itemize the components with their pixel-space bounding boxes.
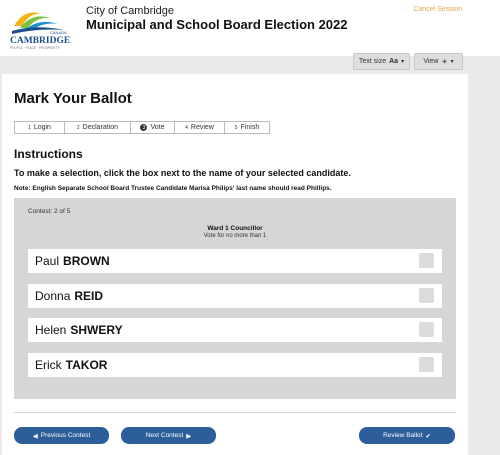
progress-steps: 1 Login 2 Declaration 3 Vote 4 Review 5 … (14, 121, 270, 134)
candidate-checkbox[interactable] (419, 357, 434, 372)
text-size-button[interactable]: Text size Aa ▾ (353, 53, 410, 70)
divider (14, 412, 456, 413)
next-contest-button[interactable]: Next Contest ▶ (121, 427, 216, 444)
candidate-row[interactable]: Erick TAKOR (28, 353, 442, 377)
step-number: 2 (76, 124, 80, 131)
step-number: 1 (28, 124, 31, 131)
step-label: Review (190, 124, 214, 131)
step-label: Vote (150, 124, 165, 131)
candidate-last-name: SHWERY (70, 323, 123, 337)
step-vote: 3 Vote (131, 122, 175, 133)
logo-wordmark: CAMBRIDGE (10, 36, 70, 46)
view-label: View (423, 58, 439, 65)
candidate-last-name: REID (74, 289, 104, 303)
candidate-row[interactable]: Helen SHWERY (28, 318, 442, 342)
candidate-row[interactable]: Donna REID (28, 284, 442, 308)
step-label: Finish (240, 124, 260, 131)
view-button[interactable]: View ☀ ▾ (414, 53, 463, 70)
step-label: Declaration (82, 124, 119, 131)
contest-title: Ward 1 Councillor (207, 225, 263, 232)
page-title: Mark Your Ballot (14, 90, 132, 107)
candidate-last-name: BROWN (63, 254, 110, 268)
contest-box: Contest: 2 of 5 Ward 1 Councillor Vote f… (14, 198, 456, 399)
candidate-first-name: Erick (35, 358, 62, 372)
candidate-checkbox[interactable] (419, 253, 434, 268)
contest-count: Contest: 2 of 5 (28, 208, 71, 215)
text-size-label: Text size (358, 58, 387, 65)
step-review: 4 Review (175, 122, 225, 133)
step-number: 3 (140, 124, 148, 131)
step-number: 4 (185, 124, 188, 131)
review-ballot-label: Review Ballot (383, 432, 423, 439)
arrow-right-icon: ▶ (186, 432, 192, 440)
contest-subtitle: Vote for no more than 1 (203, 233, 267, 239)
previous-contest-button[interactable]: ◀ Previous Contest (14, 427, 109, 444)
step-login: 1 Login (15, 122, 65, 133)
text-size-icon: Aa (389, 58, 399, 65)
candidate-checkbox[interactable] (419, 322, 434, 337)
candidate-row[interactable]: Paul BROWN (28, 249, 442, 273)
review-ballot-button[interactable]: Review Ballot ✔ (359, 427, 455, 444)
brightness-icon: ☀ (441, 58, 448, 66)
candidate-note: Note: English Separate School Board Trus… (14, 185, 332, 192)
city-name: City of Cambridge (86, 5, 175, 17)
chevron-down-icon: ▾ (450, 59, 454, 65)
candidate-first-name: Donna (35, 289, 71, 303)
cambridge-logo: CANADA CAMBRIDGE PEOPLE · PLACE · PROSPE… (6, 4, 72, 52)
step-label: Login (33, 124, 51, 131)
candidate-first-name: Paul (35, 254, 60, 268)
step-number: 5 (234, 124, 238, 131)
arrow-left-icon: ◀ (32, 432, 38, 440)
candidate-last-name: TAKOR (65, 358, 108, 372)
previous-contest-label: Previous Contest (40, 432, 91, 439)
chevron-down-icon: ▾ (401, 59, 405, 65)
check-icon: ✔ (425, 432, 431, 440)
ballot-panel: Mark Your Ballot 1 Login 2 Declaration 3… (2, 74, 468, 455)
header: CANADA CAMBRIDGE PEOPLE · PLACE · PROSPE… (0, 0, 500, 56)
cancel-session-link[interactable]: Cancel Session (413, 6, 462, 13)
next-contest-label: Next Contest (145, 432, 184, 439)
instructions-text: To make a selection, click the box next … (14, 168, 351, 178)
instructions-title: Instructions (14, 147, 83, 161)
logo-tagline: PEOPLE · PLACE · PROSPERITY (10, 46, 60, 50)
step-declaration: 2 Declaration (65, 122, 131, 133)
step-finish: 5 Finish (225, 122, 269, 133)
candidate-first-name: Helen (35, 323, 67, 337)
logo-canada-text: CANADA (50, 30, 67, 35)
candidate-checkbox[interactable] (419, 288, 434, 303)
election-title: Municipal and School Board Election 2022 (86, 17, 348, 32)
